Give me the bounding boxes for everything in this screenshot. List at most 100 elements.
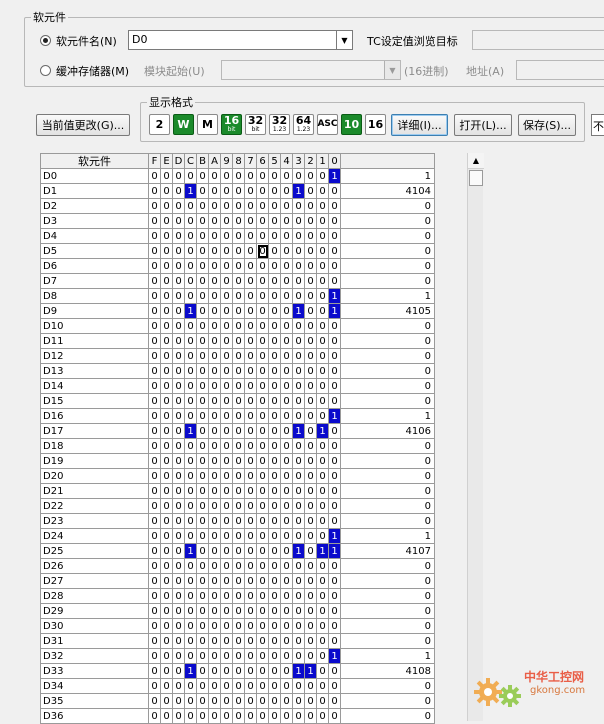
table-row[interactable]: D9 0 0 0 1 0 0 0 0 0 0 0 0 1 0 0 1 4105 — [40, 303, 435, 319]
bit-cell[interactable]: 0 — [172, 573, 185, 589]
bit-cell[interactable]: 0 — [232, 663, 245, 679]
bit-cell[interactable]: 0 — [256, 708, 269, 724]
bit-cell[interactable]: 0 — [148, 453, 161, 469]
bit-cell[interactable]: 0 — [184, 618, 197, 634]
bit-cell[interactable]: 0 — [160, 348, 173, 364]
bit-cell[interactable]: 0 — [232, 453, 245, 469]
bit-cell[interactable]: 0 — [160, 438, 173, 454]
bit-cell[interactable]: 1 — [292, 543, 305, 559]
bit-cell[interactable]: 0 — [208, 213, 221, 229]
bit-cell[interactable]: 0 — [208, 333, 221, 349]
device-name-cell[interactable]: D26 — [40, 558, 149, 574]
bit-cell[interactable]: 0 — [172, 183, 185, 199]
bit-cell[interactable]: 0 — [256, 243, 269, 259]
bit-cell[interactable]: 0 — [316, 288, 329, 304]
device-name-cell[interactable]: D19 — [40, 453, 149, 469]
bit-cell[interactable]: 0 — [268, 573, 281, 589]
bit-cell[interactable]: 0 — [304, 393, 317, 409]
bit-cell[interactable]: 1 — [328, 288, 341, 304]
bit-cell[interactable]: 0 — [232, 468, 245, 484]
device-name-cell[interactable]: D1 — [40, 183, 149, 199]
bit-cell[interactable]: 0 — [148, 393, 161, 409]
bit-cell[interactable]: 0 — [184, 348, 197, 364]
bit-cell[interactable]: 0 — [280, 573, 293, 589]
bit-cell[interactable]: 0 — [172, 198, 185, 214]
bit-cell[interactable]: 1 — [184, 663, 197, 679]
bit-cell[interactable]: 0 — [172, 423, 185, 439]
bit-cell[interactable]: 0 — [172, 453, 185, 469]
bit-cell[interactable]: 0 — [208, 258, 221, 274]
bit-cell[interactable]: 0 — [172, 228, 185, 244]
bit-cell[interactable]: 0 — [196, 393, 209, 409]
bit-cell[interactable]: 0 — [160, 528, 173, 544]
bit-cell[interactable]: 0 — [256, 663, 269, 679]
bit-cell[interactable]: 0 — [172, 633, 185, 649]
bit-cell[interactable]: 0 — [184, 213, 197, 229]
bit-cell[interactable]: 0 — [256, 348, 269, 364]
table-row[interactable]: D2 0 0 0 0 0 0 0 0 0 0 0 0 0 0 0 0 0 — [40, 198, 435, 214]
bit-cell[interactable]: 0 — [280, 423, 293, 439]
bit-cell[interactable]: 0 — [196, 543, 209, 559]
bit-cell[interactable]: 0 — [220, 588, 233, 604]
bit-cell[interactable]: 0 — [232, 528, 245, 544]
bit-cell[interactable]: 0 — [304, 168, 317, 184]
bit-cell[interactable]: 0 — [328, 258, 341, 274]
bit-cell[interactable]: 0 — [328, 513, 341, 529]
device-name-cell[interactable]: D3 — [40, 213, 149, 229]
bit-cell[interactable]: 0 — [148, 483, 161, 499]
bit-cell[interactable]: 0 — [316, 708, 329, 724]
bit-cell[interactable]: 0 — [292, 483, 305, 499]
bit-cell[interactable]: 0 — [256, 618, 269, 634]
bit-cell[interactable]: 0 — [220, 228, 233, 244]
table-row[interactable]: D28 0 0 0 0 0 0 0 0 0 0 0 0 0 0 0 0 0 — [40, 588, 435, 604]
table-row[interactable]: D11 0 0 0 0 0 0 0 0 0 0 0 0 0 0 0 0 0 — [40, 333, 435, 349]
bit-cell[interactable]: 0 — [256, 198, 269, 214]
table-row[interactable]: D16 0 0 0 0 0 0 0 0 0 0 0 0 0 0 0 1 1 — [40, 408, 435, 424]
bit-cell[interactable]: 0 — [244, 183, 257, 199]
bit-cell[interactable]: 0 — [232, 243, 245, 259]
bit-cell[interactable]: 0 — [280, 273, 293, 289]
bit-cell[interactable]: 0 — [304, 693, 317, 709]
bit-cell[interactable]: 0 — [196, 183, 209, 199]
bit-cell[interactable]: 0 — [148, 633, 161, 649]
bit-cell[interactable]: 0 — [208, 453, 221, 469]
bit-cell[interactable]: 0 — [280, 348, 293, 364]
bit-cell[interactable]: 0 — [304, 198, 317, 214]
bit-cell[interactable]: 0 — [160, 453, 173, 469]
bit-cell[interactable]: 0 — [232, 198, 245, 214]
bit-cell[interactable]: 0 — [172, 213, 185, 229]
bit-cell[interactable]: 0 — [172, 603, 185, 619]
bit-cell[interactable]: 0 — [316, 483, 329, 499]
bit-cell[interactable]: 1 — [328, 408, 341, 424]
table-row[interactable]: D12 0 0 0 0 0 0 0 0 0 0 0 0 0 0 0 0 0 — [40, 348, 435, 364]
bit-cell[interactable]: 0 — [304, 363, 317, 379]
bit-cell[interactable]: 0 — [280, 693, 293, 709]
table-row[interactable]: D21 0 0 0 0 0 0 0 0 0 0 0 0 0 0 0 0 0 — [40, 483, 435, 499]
bit-cell[interactable]: 0 — [196, 663, 209, 679]
bit-cell[interactable]: 0 — [244, 318, 257, 334]
bit-cell[interactable]: 0 — [196, 363, 209, 379]
bit-cell[interactable]: 0 — [148, 378, 161, 394]
bit-cell[interactable]: 0 — [148, 558, 161, 574]
bit-cell[interactable]: 0 — [232, 438, 245, 454]
bit-cell[interactable]: 0 — [244, 408, 257, 424]
bit-cell[interactable]: 0 — [256, 558, 269, 574]
bit-cell[interactable]: 0 — [304, 528, 317, 544]
bit-cell[interactable]: 0 — [220, 633, 233, 649]
bit-cell[interactable]: 0 — [172, 498, 185, 514]
bit-cell[interactable]: 0 — [280, 603, 293, 619]
bit-cell[interactable]: 0 — [220, 663, 233, 679]
bit-cell[interactable]: 0 — [292, 513, 305, 529]
bit-cell[interactable]: 0 — [196, 198, 209, 214]
bit-cell[interactable]: 1 — [292, 423, 305, 439]
value-cell[interactable]: 0 — [340, 633, 435, 649]
bit-cell[interactable]: 0 — [172, 513, 185, 529]
bit-cell[interactable]: 0 — [232, 648, 245, 664]
bit-cell[interactable]: 0 — [184, 453, 197, 469]
bit-cell[interactable]: 0 — [304, 258, 317, 274]
bit-cell[interactable]: 0 — [316, 228, 329, 244]
bit-cell[interactable]: 0 — [196, 558, 209, 574]
bit-cell[interactable]: 0 — [160, 708, 173, 724]
bit-cell[interactable]: 0 — [184, 273, 197, 289]
bit-cell[interactable]: 0 — [196, 303, 209, 319]
